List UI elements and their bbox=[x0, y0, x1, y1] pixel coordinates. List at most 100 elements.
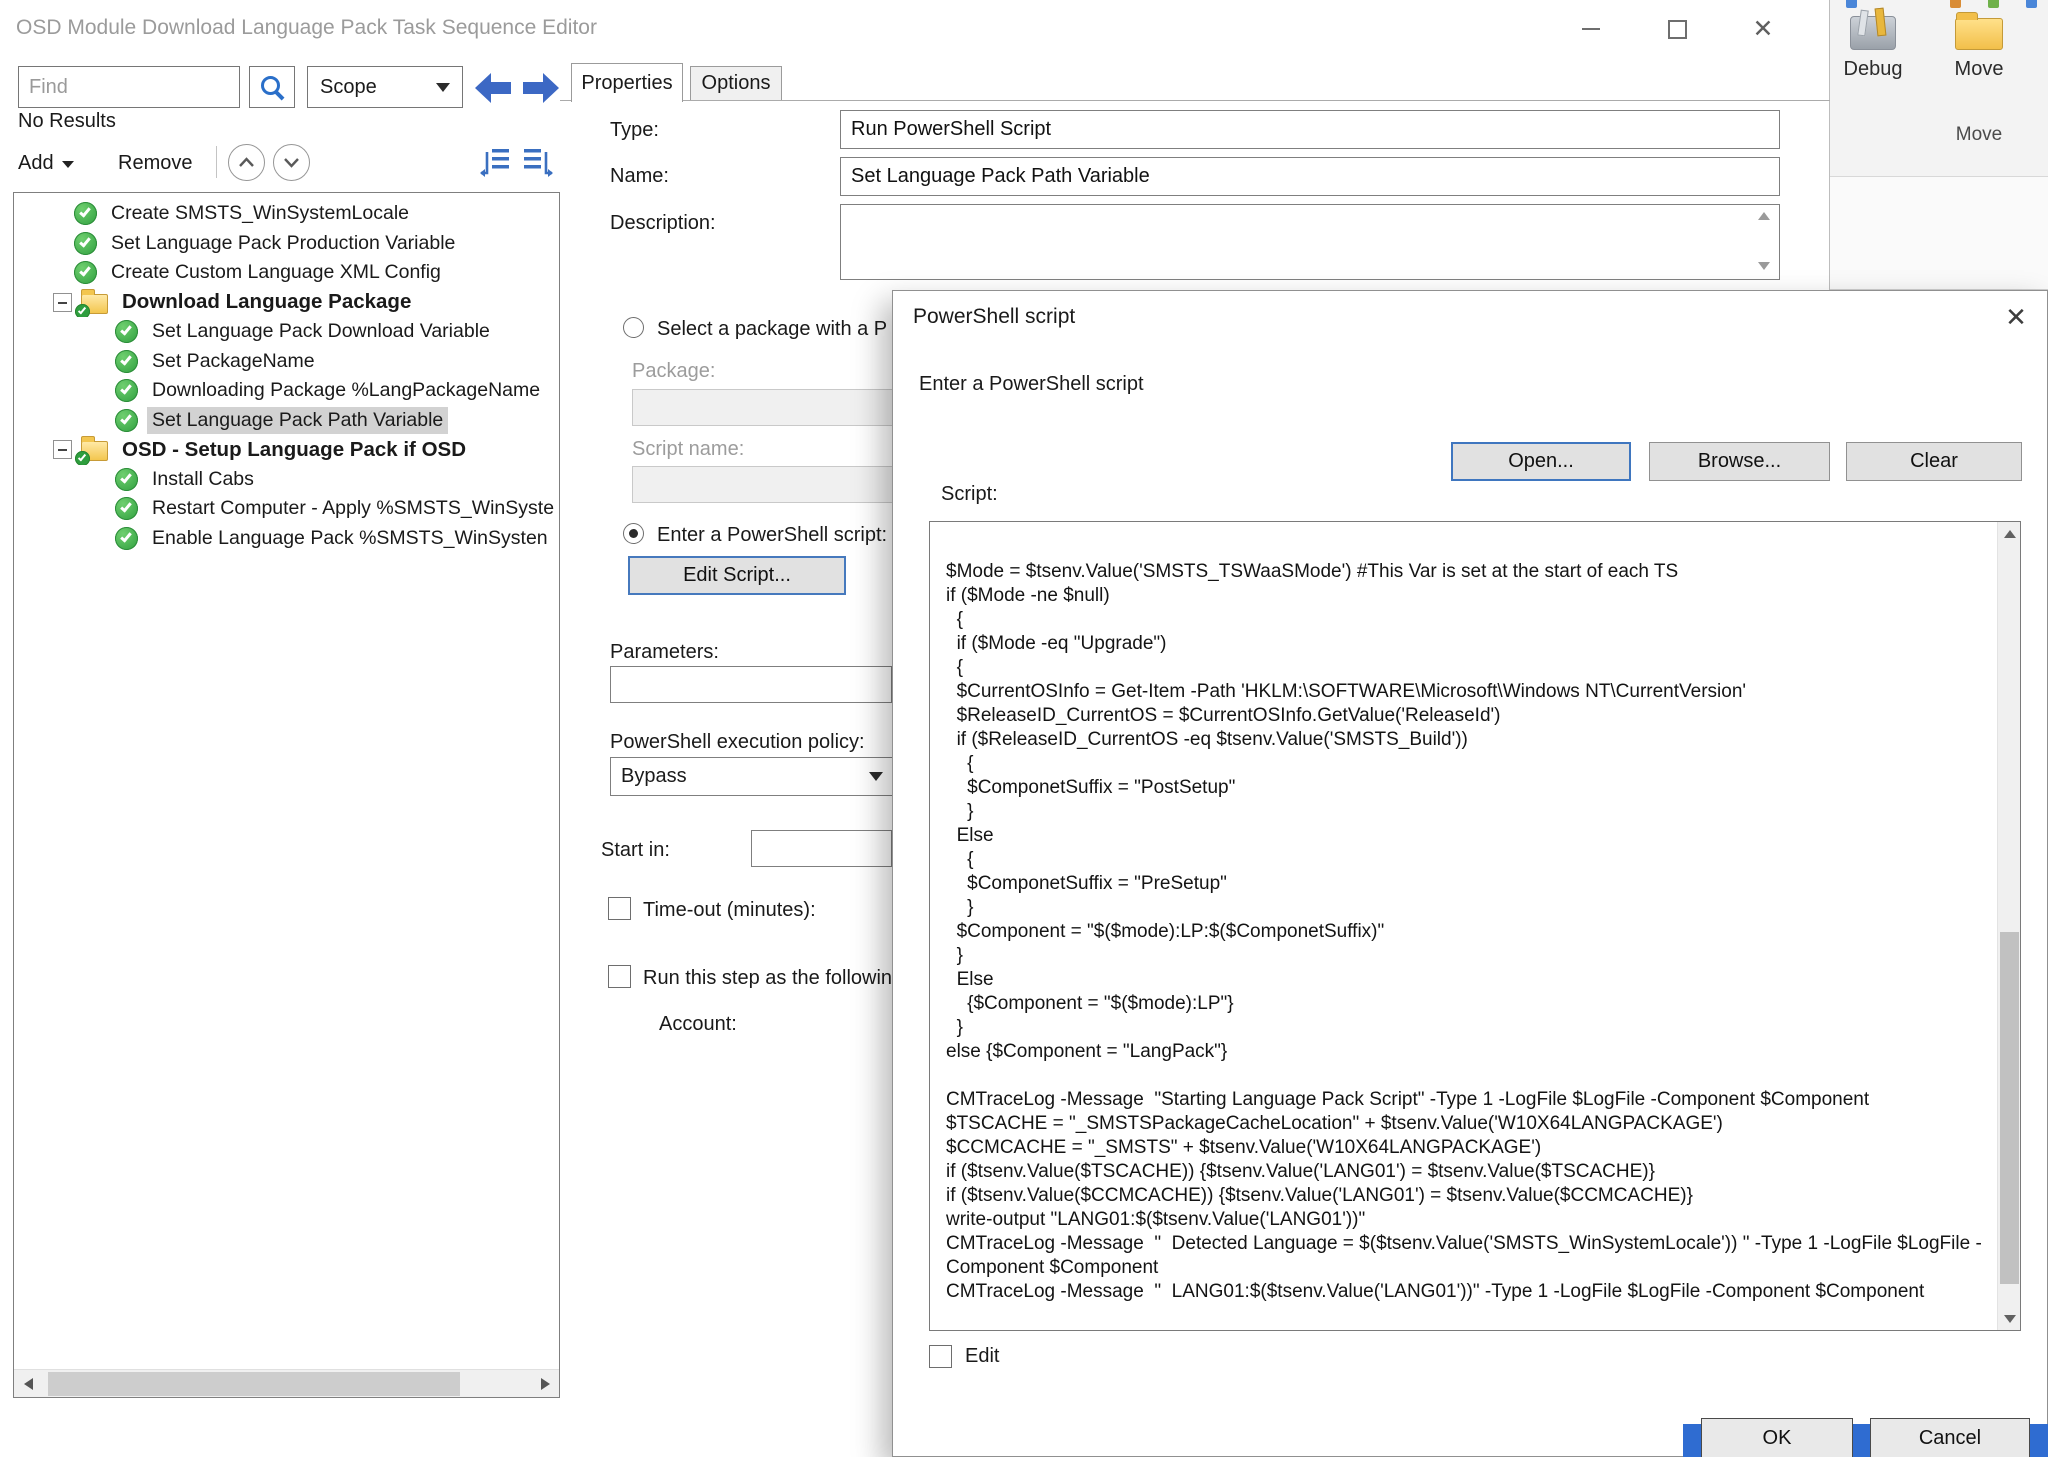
tree-item[interactable]: Set Language Pack Path Variable bbox=[14, 406, 559, 436]
add-button-label: Add bbox=[18, 152, 54, 175]
scroll-down-arrow[interactable] bbox=[1998, 1307, 2021, 1330]
tree-item-label: Restart Computer - Apply %SMSTS_WinSyste bbox=[147, 495, 559, 522]
window-title: OSD Module Download Language Pack Task S… bbox=[16, 16, 597, 40]
script-editor[interactable]: $Mode = $tsenv.Value('SMSTS_TSWaaSMode')… bbox=[929, 521, 2021, 1331]
move-step-in-button[interactable] bbox=[521, 146, 555, 178]
clear-button[interactable]: Clear bbox=[1846, 442, 2022, 481]
ok-button[interactable]: OK bbox=[1701, 1418, 1853, 1457]
chevron-up-icon bbox=[238, 157, 255, 168]
open-button[interactable]: Open... bbox=[1451, 442, 1631, 481]
remove-button[interactable]: Remove bbox=[118, 146, 192, 180]
package-label: Package: bbox=[632, 360, 715, 383]
tree-item[interactable]: OSD - Setup Language Pack if OSD bbox=[14, 435, 559, 465]
tree-item[interactable]: Set Language Pack Download Variable bbox=[14, 317, 559, 347]
scroll-up-icon[interactable] bbox=[1758, 212, 1770, 220]
start-in-label: Start in: bbox=[601, 839, 670, 862]
scroll-left-arrow[interactable] bbox=[14, 1370, 42, 1398]
add-button[interactable]: Add bbox=[18, 146, 74, 180]
run-as-account-checkbox[interactable] bbox=[608, 965, 631, 988]
tree-item[interactable]: Create SMSTS_WinSystemLocale bbox=[14, 199, 559, 229]
collapse-all-button[interactable] bbox=[228, 144, 265, 181]
timeout-checkbox[interactable] bbox=[608, 897, 631, 920]
find-next-button[interactable] bbox=[520, 70, 562, 106]
type-input[interactable] bbox=[840, 110, 1780, 149]
scrollbar-thumb[interactable] bbox=[2000, 932, 2019, 1284]
browse-button[interactable]: Browse... bbox=[1649, 442, 1830, 481]
ribbon-debug-label: Debug bbox=[1844, 58, 1903, 81]
move-folder-icon bbox=[1955, 18, 2003, 50]
description-input[interactable] bbox=[840, 204, 1780, 280]
execution-policy-label: PowerShell execution policy: bbox=[610, 731, 865, 754]
step-success-check-icon bbox=[115, 527, 138, 550]
script-scrollbar[interactable] bbox=[1997, 522, 2020, 1330]
close-button[interactable]: ✕ bbox=[1732, 6, 1794, 52]
scroll-down-icon[interactable] bbox=[1758, 262, 1770, 270]
step-success-check-icon bbox=[115, 409, 138, 432]
minimize-button[interactable] bbox=[1560, 6, 1622, 52]
tree-item[interactable]: Enable Language Pack %SMSTS_WinSysten bbox=[14, 524, 559, 554]
tree-item[interactable]: Set PackageName bbox=[14, 347, 559, 377]
name-input[interactable] bbox=[840, 157, 1780, 196]
enter-script-radio[interactable] bbox=[623, 523, 644, 544]
tree-item[interactable]: Restart Computer - Apply %SMSTS_WinSyste bbox=[14, 494, 559, 524]
maximize-icon bbox=[1668, 20, 1687, 39]
indent-list-icon bbox=[521, 146, 555, 178]
arrow-left-icon bbox=[472, 70, 514, 106]
tree-item-label: Install Cabs bbox=[147, 466, 259, 493]
tree-item-label: Create SMSTS_WinSystemLocale bbox=[106, 200, 414, 227]
find-input[interactable] bbox=[18, 66, 240, 108]
tree-item[interactable]: Download Language Package bbox=[14, 288, 559, 318]
parameters-input[interactable] bbox=[610, 666, 892, 703]
chevron-down-icon bbox=[283, 157, 300, 168]
scroll-up-arrow[interactable] bbox=[1998, 522, 2021, 545]
select-package-radio[interactable] bbox=[623, 317, 644, 338]
start-in-input[interactable] bbox=[751, 830, 892, 867]
step-success-check-icon bbox=[74, 261, 97, 284]
dialog-prompt: Enter a PowerShell script bbox=[919, 373, 1144, 396]
remove-button-label: Remove bbox=[118, 152, 192, 175]
step-success-check-icon bbox=[74, 202, 97, 225]
description-label: Description: bbox=[610, 212, 716, 235]
scrollbar-thumb[interactable] bbox=[48, 1372, 460, 1396]
triangle-down-icon bbox=[2004, 1315, 2016, 1323]
collapse-expander-icon[interactable] bbox=[53, 293, 72, 312]
group-folder-check-icon bbox=[81, 294, 108, 314]
name-label: Name: bbox=[610, 165, 669, 188]
move-step-out-button[interactable] bbox=[478, 146, 512, 178]
account-label: Account: bbox=[659, 1013, 737, 1036]
tab-options[interactable]: Options bbox=[690, 66, 782, 101]
step-success-check-icon bbox=[115, 468, 138, 491]
tree-item-label: Download Language Package bbox=[117, 288, 416, 316]
edit-script-button[interactable]: Edit Script... bbox=[628, 556, 846, 595]
ribbon-move-button[interactable]: Move bbox=[1938, 4, 2020, 81]
search-button[interactable] bbox=[249, 66, 295, 108]
chevron-down-icon bbox=[62, 161, 74, 168]
expand-all-button[interactable] bbox=[273, 144, 310, 181]
cancel-button[interactable]: Cancel bbox=[1870, 1418, 2030, 1457]
tree-item[interactable]: Create Custom Language XML Config bbox=[14, 258, 559, 288]
dialog-close-button[interactable]: ✕ bbox=[1995, 297, 2037, 337]
enter-script-radio-label: Enter a PowerShell script: bbox=[657, 524, 887, 547]
maximize-button[interactable] bbox=[1646, 6, 1708, 52]
qat-icon bbox=[2026, 0, 2037, 8]
background-console: Debug Move Move bbox=[1830, 0, 2048, 290]
group-folder-check-icon bbox=[81, 441, 108, 461]
screen: Debug Move Move OSD Module Download Lang… bbox=[0, 0, 2048, 1457]
chevron-down-icon bbox=[436, 83, 450, 92]
task-sequence-tree-panel: Create SMSTS_WinSystemLocaleSet Language… bbox=[13, 192, 560, 1398]
tree-item[interactable]: Install Cabs bbox=[14, 465, 559, 495]
tree-item[interactable]: Set Language Pack Production Variable bbox=[14, 229, 559, 259]
tab-properties[interactable]: Properties bbox=[571, 63, 683, 102]
find-previous-button[interactable] bbox=[472, 70, 514, 106]
collapse-expander-icon[interactable] bbox=[53, 440, 72, 459]
run-as-account-label: Run this step as the followin bbox=[643, 967, 892, 990]
tree-horizontal-scrollbar[interactable] bbox=[14, 1369, 559, 1397]
tree-item[interactable]: Downloading Package %LangPackageName bbox=[14, 376, 559, 406]
ribbon-debug-button[interactable]: Debug bbox=[1832, 4, 1914, 81]
execution-policy-dropdown[interactable]: Bypass bbox=[610, 757, 894, 796]
scope-dropdown[interactable]: Scope bbox=[307, 66, 463, 108]
scroll-right-arrow[interactable] bbox=[531, 1370, 559, 1398]
tree-item-label: Set Language Pack Path Variable bbox=[147, 407, 448, 434]
edit-checkbox[interactable] bbox=[929, 1345, 952, 1368]
script-text[interactable]: $Mode = $tsenv.Value('SMSTS_TSWaaSMode')… bbox=[930, 522, 1997, 1330]
